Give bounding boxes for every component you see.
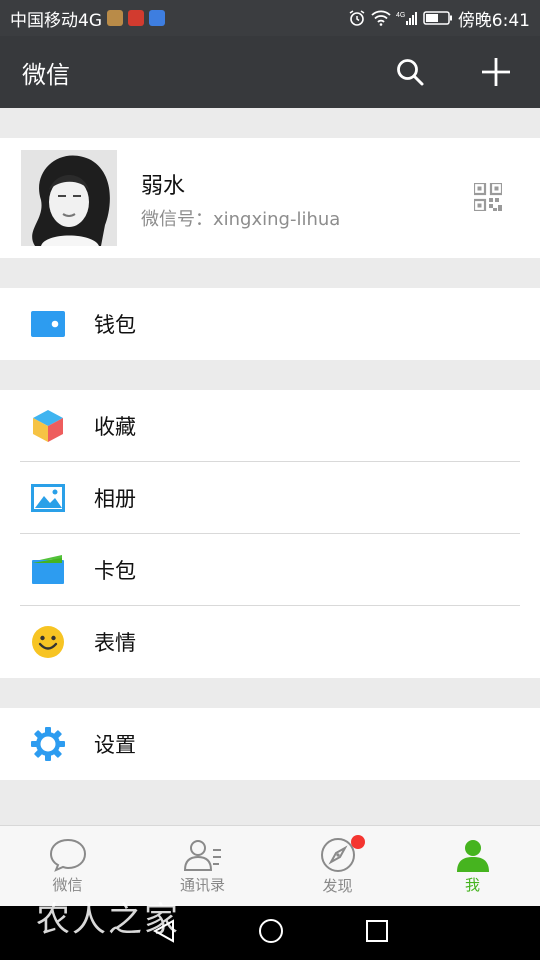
app-header: 微信: [0, 36, 540, 108]
add-button[interactable]: [474, 50, 518, 94]
status-bar: 中国移动4G 4G 傍晚6:41: [0, 0, 540, 36]
menu-item-card-wallet[interactable]: 卡包: [0, 534, 540, 606]
menu-item-label: 设置: [94, 733, 136, 757]
home-circle-icon: [258, 919, 283, 943]
wallet-section: 钱包: [0, 288, 540, 360]
avatar[interactable]: [21, 150, 117, 246]
svg-text:4G: 4G: [396, 12, 405, 19]
menu-item-settings[interactable]: 设置: [0, 708, 540, 780]
menu-item-favorites[interactable]: 收藏: [0, 390, 540, 462]
wifi-icon: [371, 10, 391, 26]
favorites-cube-icon: [30, 408, 66, 444]
recents-button[interactable]: [365, 919, 389, 947]
menu-item-label: 卡包: [94, 559, 136, 583]
app-notification-icon: [128, 10, 144, 26]
album-icon: [30, 480, 66, 516]
tab-label: 我: [464, 875, 480, 894]
menu-item-label: 收藏: [94, 415, 136, 439]
menu-item-wallet[interactable]: 钱包: [0, 288, 540, 360]
menu-item-stickers[interactable]: 表情: [0, 606, 540, 678]
features-section: 收藏 相册 卡包 表情: [0, 390, 540, 678]
battery-icon: [423, 10, 453, 26]
chat-bubble-icon: [49, 838, 86, 872]
menu-item-label: 钱包: [94, 313, 136, 337]
menu-item-album[interactable]: 相册: [0, 462, 540, 534]
qr-code-icon: [472, 181, 504, 213]
plus-icon: [482, 58, 510, 86]
menu-item-label: 相册: [94, 487, 136, 511]
search-button[interactable]: [388, 50, 432, 94]
watermark: 农人之家: [36, 900, 180, 940]
carrier-label: 中国移动4G: [10, 10, 102, 31]
page-title: 微信: [22, 60, 70, 89]
profile-card[interactable]: 弱水 微信号：xingxing-lihua: [0, 138, 540, 258]
tab-label: 通讯录: [179, 875, 225, 894]
app-notification-icon: [107, 10, 123, 26]
gear-icon: [30, 726, 66, 762]
notification-dot: [351, 835, 365, 849]
contacts-icon: [183, 839, 221, 871]
card-wallet-icon: [30, 552, 66, 588]
menu-item-label: 表情: [94, 631, 136, 655]
home-button[interactable]: [258, 918, 284, 948]
profile-name: 弱水: [141, 174, 186, 199]
alarm-icon: [348, 9, 366, 27]
qr-code-button[interactable]: [472, 181, 504, 215]
app-notification-icon: [149, 10, 165, 26]
settings-section: 设置: [0, 708, 540, 780]
tab-discover[interactable]: 发现: [270, 826, 405, 906]
search-icon: [397, 59, 424, 86]
person-icon: [456, 839, 489, 872]
wechat-id: 微信号：xingxing-lihua: [141, 209, 341, 230]
wallet-icon: [30, 306, 66, 342]
signal-icon: 4G: [396, 10, 418, 26]
tab-label: 发现: [322, 876, 353, 895]
smiley-icon: [30, 624, 66, 660]
clock-label: 傍晚6:41: [457, 10, 530, 31]
recents-square-icon: [366, 920, 389, 942]
tab-me[interactable]: 我: [405, 826, 540, 906]
